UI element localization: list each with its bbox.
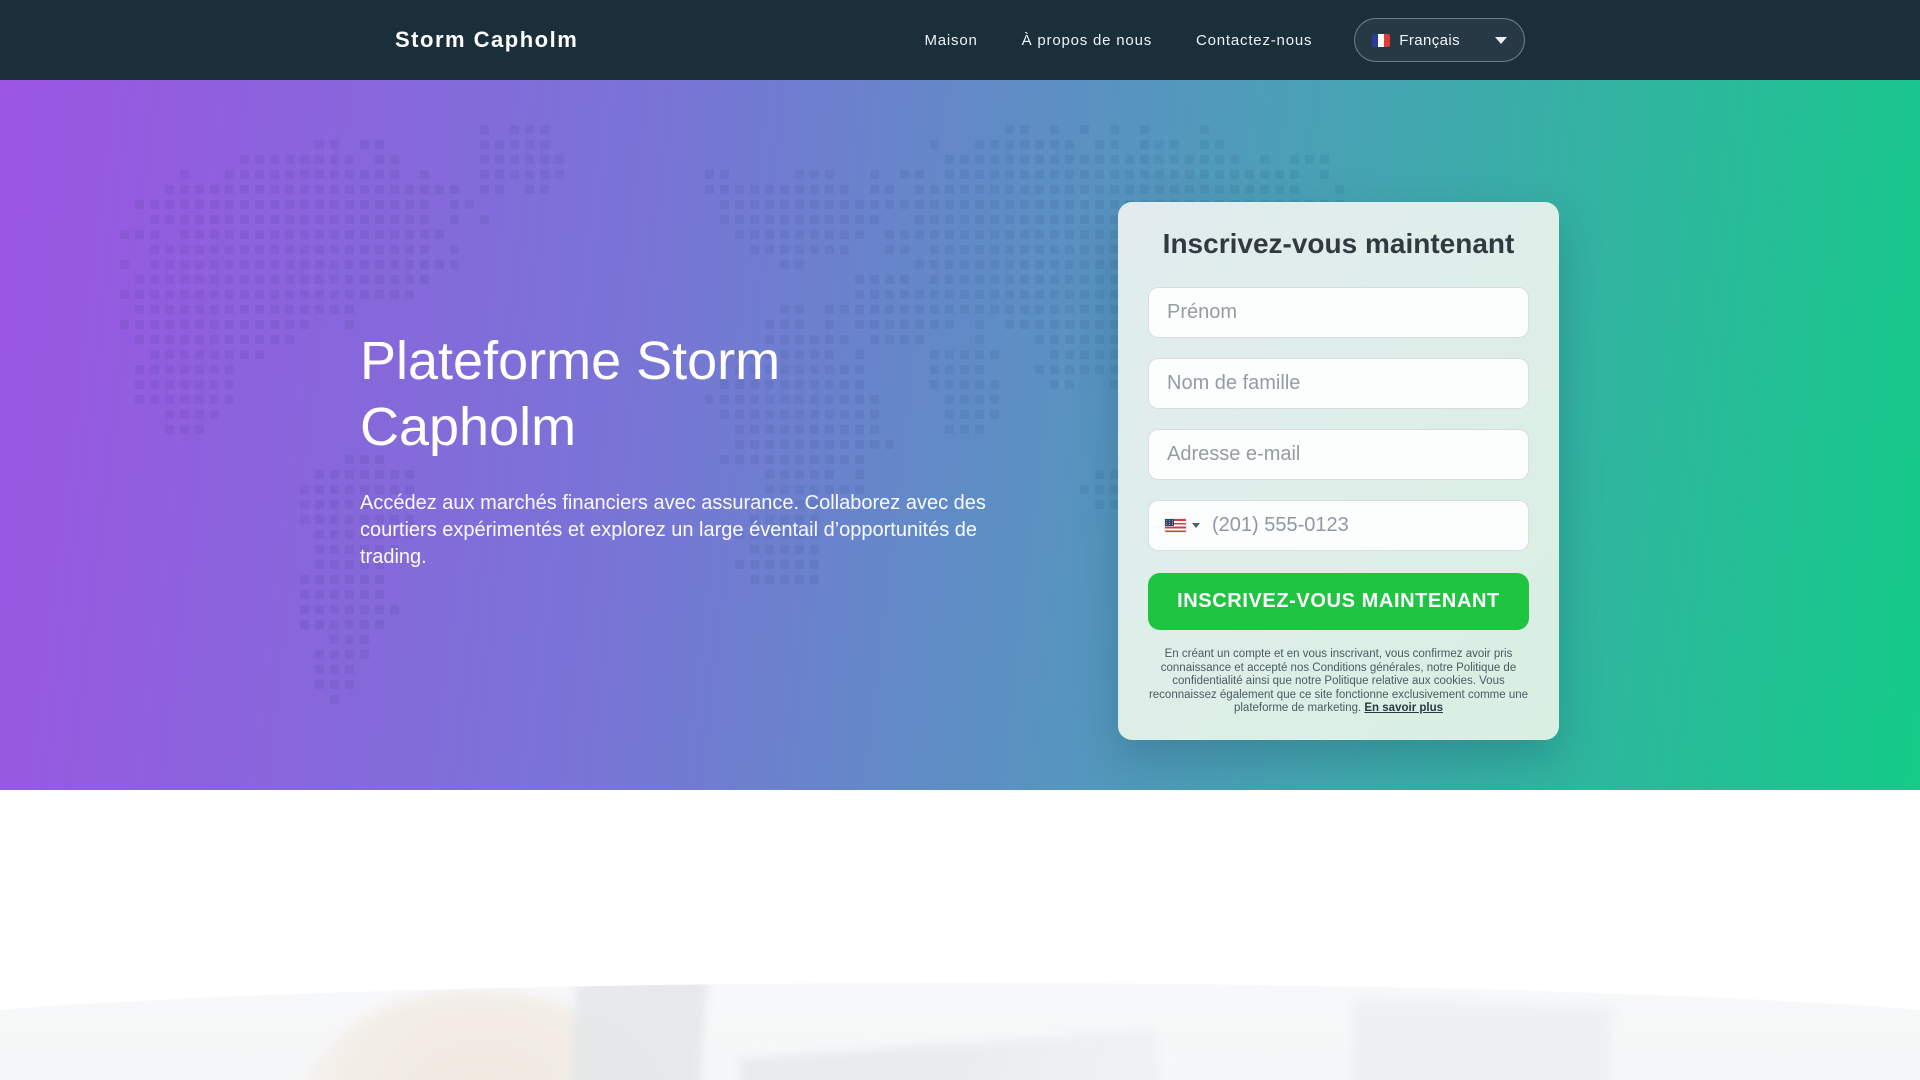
hero-subtitle: Accédez aux marchés financiers avec assu…	[360, 490, 1000, 571]
brand-logo: Storm Capholm	[395, 27, 578, 53]
nav-link-contact[interactable]: Contactez-nous	[1196, 32, 1312, 49]
nav-link-home[interactable]: Maison	[924, 32, 977, 49]
lower-section	[0, 790, 1920, 1080]
signup-submit-button[interactable]: INSCRIVEZ-VOUS MAINTENANT	[1148, 573, 1529, 630]
form-title: Inscrivez-vous maintenant	[1148, 228, 1529, 260]
phone-number-input[interactable]	[1204, 514, 1516, 537]
main-nav: Maison À propos de nous Contactez-nous	[924, 32, 1312, 49]
disclaimer-text: En créant un compte et en vous inscrivan…	[1149, 648, 1528, 714]
top-navigation-bar: Storm Capholm Maison À propos de nous Co…	[0, 0, 1920, 80]
caret-down-icon	[1495, 37, 1507, 44]
last-name-field[interactable]	[1148, 358, 1529, 409]
language-label: Français	[1399, 32, 1460, 49]
email-field[interactable]	[1148, 429, 1529, 480]
caret-down-icon	[1192, 523, 1200, 528]
french-flag-icon	[1372, 34, 1390, 47]
hero-copy: Plateforme Storm Capholm Accédez aux mar…	[360, 328, 1020, 571]
first-name-field[interactable]	[1148, 287, 1529, 338]
learn-more-link[interactable]: En savoir plus	[1364, 702, 1443, 714]
faded-office-photo	[0, 983, 1920, 1080]
phone-country-selector[interactable]	[1161, 515, 1204, 536]
hero-section: Plateforme Storm Capholm Accédez aux mar…	[0, 80, 1920, 790]
photo-laptop-shape	[738, 1029, 1178, 1080]
hero-title: Plateforme Storm Capholm	[360, 328, 940, 460]
language-selector[interactable]: Français	[1354, 18, 1525, 62]
signup-form-card: Inscrivez-vous maintenant INSCRIVEZ-VOUS…	[1118, 202, 1559, 740]
nav-link-about[interactable]: À propos de nous	[1022, 32, 1152, 49]
legal-disclaimer: En créant un compte et en vous inscrivan…	[1148, 648, 1529, 716]
us-flag-icon	[1165, 519, 1186, 532]
photo-background-shape	[1342, 999, 1613, 1080]
photo-monitor-shape	[559, 983, 707, 1080]
phone-field	[1148, 500, 1529, 551]
